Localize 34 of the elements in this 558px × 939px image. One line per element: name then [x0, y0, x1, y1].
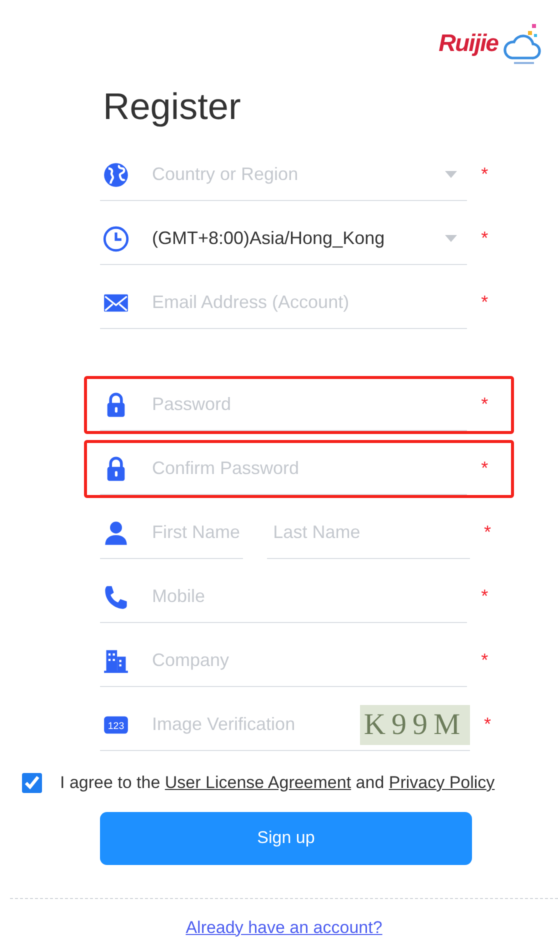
- license-link[interactable]: User License Agreement: [164, 773, 352, 792]
- input-field[interactable]: Last Name: [267, 519, 470, 546]
- cloud-logo-icon: [502, 22, 542, 66]
- required-mark: *: [481, 163, 490, 186]
- required-mark: *: [481, 457, 490, 480]
- input-field[interactable]: Password: [152, 391, 468, 418]
- input-field[interactable]: Mobile: [152, 583, 468, 610]
- agreement-text: I agree to the User License Agreement and Privacy Policy: [60, 772, 495, 794]
- agree-checkbox[interactable]: [22, 772, 42, 793]
- privacy-link[interactable]: Privacy Policy: [388, 773, 495, 792]
- select-field[interactable]: Country or Region: [152, 161, 446, 188]
- building-icon: [102, 648, 130, 674]
- clock-icon: [102, 226, 130, 252]
- input-field[interactable]: Image Verification: [152, 711, 360, 738]
- required-mark: *: [484, 713, 492, 736]
- caret-icon: [445, 170, 458, 178]
- required-mark: *: [481, 649, 490, 672]
- select-field[interactable]: (GMT+8:00)Asia/Hong_Kong: [152, 225, 446, 252]
- phone-icon: [102, 584, 130, 610]
- input-field[interactable]: Company: [152, 647, 468, 674]
- required-mark: *: [481, 291, 490, 314]
- login-link[interactable]: Already have an account?: [186, 918, 382, 936]
- required-mark: *: [481, 227, 490, 250]
- globe-icon: [102, 162, 130, 188]
- required-mark: *: [481, 393, 490, 416]
- logo-text: Ruijie: [438, 32, 498, 56]
- caret-icon: [445, 234, 458, 242]
- input-field[interactable]: Confirm Password: [152, 455, 468, 482]
- page-title: Register: [103, 85, 242, 129]
- input-field[interactable]: First Name: [152, 519, 244, 546]
- required-mark: *: [484, 521, 492, 544]
- input-field[interactable]: Email Address (Account): [152, 289, 468, 316]
- person-icon: [102, 520, 130, 546]
- required-mark: *: [481, 585, 490, 608]
